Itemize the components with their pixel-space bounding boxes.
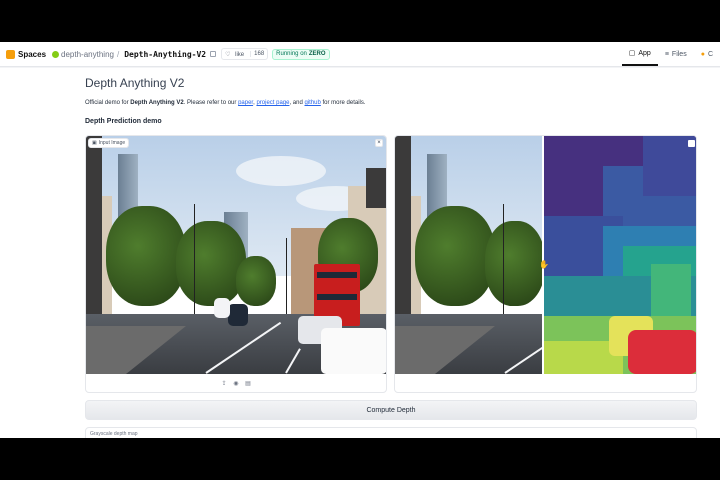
page-title: Depth Anything V2 bbox=[85, 76, 185, 90]
heart-like-label: ♡ like bbox=[225, 51, 245, 58]
cloud bbox=[236, 156, 326, 186]
like-button[interactable]: ♡ like 168 bbox=[221, 48, 269, 60]
clipboard-icon[interactable]: ▤ bbox=[244, 380, 252, 388]
building-left bbox=[86, 136, 102, 336]
tree bbox=[236, 256, 276, 306]
desc-prefix: Official demo for bbox=[85, 100, 131, 106]
desc-and: , and bbox=[289, 100, 305, 106]
section-title: Depth Prediction demo bbox=[85, 118, 162, 125]
comparison-view: ✋ bbox=[395, 136, 696, 374]
tree bbox=[176, 221, 246, 306]
owner-name: depth-anything bbox=[61, 49, 114, 59]
status-hardware: ZERO bbox=[308, 51, 326, 57]
top-bar: Spaces depth-anything / Depth-Anything-V… bbox=[0, 42, 720, 67]
tree bbox=[415, 206, 495, 306]
building-left bbox=[395, 136, 411, 336]
depth-map bbox=[543, 136, 696, 374]
tree bbox=[485, 221, 545, 306]
copy-icon[interactable] bbox=[210, 51, 217, 57]
app-icon: ▢ bbox=[628, 50, 636, 57]
files-icon: ≡ bbox=[664, 50, 669, 58]
input-image-label-text: Input Image bbox=[98, 140, 126, 146]
grayscale-depth-label: Grayscale depth map bbox=[90, 431, 138, 437]
upload-icon[interactable]: ⇪ bbox=[220, 380, 228, 388]
input-image-panel[interactable]: ▣ Input Image × ⇪ ◉ ▤ bbox=[85, 135, 387, 393]
tab-files[interactable]: ≡ Files bbox=[658, 42, 694, 66]
white-car bbox=[321, 328, 386, 374]
status-badge: Running on ZERO bbox=[272, 48, 330, 60]
tab-app[interactable]: ▢ App bbox=[621, 42, 658, 66]
bus-window bbox=[317, 272, 357, 278]
spaces-logo[interactable]: Spaces bbox=[6, 49, 47, 59]
drag-hand-icon[interactable]: ✋ bbox=[539, 260, 549, 269]
tree bbox=[106, 206, 186, 306]
image-toolbar: ⇪ ◉ ▤ bbox=[86, 376, 386, 392]
depth-comparison-panel[interactable]: ✋ bbox=[394, 135, 697, 393]
spaces-icon bbox=[6, 49, 15, 59]
tab-app-label: App bbox=[638, 49, 651, 57]
divider bbox=[0, 67, 720, 68]
desc-suffix: for more details. bbox=[320, 100, 366, 106]
like-count: 168 bbox=[250, 51, 267, 57]
app-window: Spaces depth-anything / Depth-Anything-V… bbox=[0, 42, 720, 438]
depth-region bbox=[651, 264, 691, 324]
path-separator: / bbox=[116, 49, 120, 59]
desc-mid: . Please refer to our bbox=[183, 100, 239, 106]
input-image-label: ▣ Input Image bbox=[88, 138, 130, 148]
dark-car bbox=[228, 304, 248, 326]
webcam-icon[interactable]: ◉ bbox=[232, 380, 240, 388]
page-description: Official demo for Depth Anything V2. Ple… bbox=[85, 100, 366, 106]
depth-car-near bbox=[628, 330, 696, 374]
owner-avatar-icon bbox=[52, 50, 60, 58]
desc-model: Depth Anything V2 bbox=[130, 100, 184, 106]
paper-link[interactable]: paper bbox=[238, 100, 253, 106]
space-tabs: ▢ App ≡ Files ● C bbox=[621, 42, 720, 66]
tab-files-label: Files bbox=[671, 50, 687, 58]
compute-depth-button[interactable]: Compute Depth bbox=[85, 400, 697, 420]
grayscale-depth-output: Grayscale depth map bbox=[85, 427, 697, 438]
tab-community-label: C bbox=[707, 50, 713, 58]
clear-image-icon[interactable]: × bbox=[375, 139, 383, 147]
street-photo bbox=[86, 136, 386, 374]
bus-window bbox=[317, 294, 357, 300]
spaces-label: Spaces bbox=[18, 49, 47, 59]
building-right-roof bbox=[366, 168, 386, 208]
community-icon: ● bbox=[700, 50, 705, 58]
street-lamp bbox=[194, 204, 195, 324]
owner-link[interactable]: depth-anything bbox=[52, 50, 114, 59]
repo-name[interactable]: Depth-Anything-V2 bbox=[124, 50, 206, 59]
github-link[interactable]: github bbox=[304, 100, 320, 106]
slider-corner-icon[interactable] bbox=[688, 140, 695, 147]
van bbox=[214, 298, 230, 318]
image-icon: ▣ bbox=[92, 140, 97, 146]
street-lamp bbox=[503, 204, 504, 324]
status-prefix: Running on bbox=[276, 51, 307, 57]
project-page-link[interactable]: project page bbox=[256, 100, 289, 106]
tab-community[interactable]: ● C bbox=[694, 42, 720, 66]
slider-divider[interactable] bbox=[542, 136, 544, 374]
